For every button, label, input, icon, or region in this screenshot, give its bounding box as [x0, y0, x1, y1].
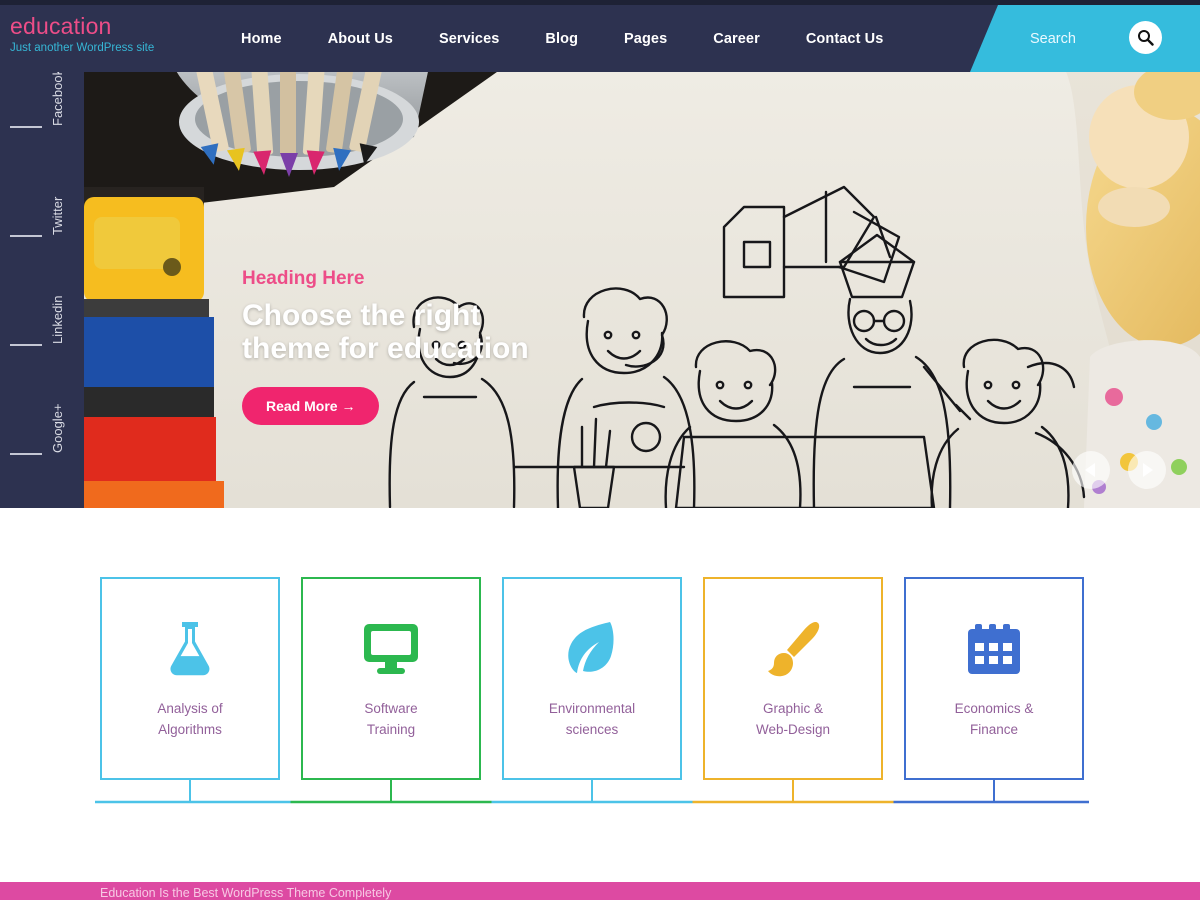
nav-item-blog[interactable]: Blog: [522, 31, 601, 47]
nav-item-career[interactable]: Career: [690, 31, 783, 47]
service-card-label-line-1: Graphic &: [762, 700, 823, 716]
service-card-label-line-2: Finance: [969, 721, 1019, 737]
service-card-label-line-1: Analysis of: [157, 700, 223, 716]
service-card-graphic[interactable]: Graphic & Web-Design: [703, 577, 883, 780]
primary-navigation: Home About Us Services Blog Pages Career Conta…: [218, 5, 906, 72]
social-link-label: Twitter: [50, 196, 65, 235]
monitor-icon: [362, 618, 420, 680]
social-link-label: Google+: [50, 403, 65, 453]
service-card-label-line-2: Training: [366, 721, 416, 737]
service-card-environmental[interactable]: Environmental sciences: [502, 577, 682, 780]
social-dash-icon: [10, 235, 42, 237]
social-link-linkedin[interactable]: Linkedin: [0, 290, 84, 399]
service-card-label: Graphic & Web-Design: [756, 698, 830, 740]
site-branding[interactable]: education Just another WordPress site: [10, 13, 154, 55]
service-card-software[interactable]: Software Training: [301, 577, 481, 780]
social-dash-icon: [10, 126, 42, 128]
leaf-icon: [564, 618, 620, 680]
hero-slider: Heading Here Choose the right theme for …: [84, 67, 1200, 508]
footer-bar: Education Is the Best WordPress Theme Co…: [0, 882, 1200, 900]
service-card-label-line-1: Environmental: [548, 700, 636, 716]
service-card-label-line-1: Software: [364, 700, 418, 716]
flask-icon: [164, 618, 216, 680]
search-input[interactable]: Search: [1030, 31, 1076, 47]
site-title: education: [10, 13, 112, 39]
social-link-facebook[interactable]: Facebook: [0, 68, 84, 181]
social-link-label: Linkedin: [50, 295, 65, 344]
nav-item-contact-us[interactable]: Contact Us: [783, 31, 907, 47]
nav-item-pages[interactable]: Pages: [601, 31, 690, 47]
hero-title-line-1: Choose the right: [242, 299, 481, 332]
search-panel: Search: [970, 5, 1200, 72]
calendar-icon: [965, 618, 1023, 680]
social-link-label: Facebook: [50, 68, 65, 126]
footer-text: Education Is the Best WordPress Theme Co…: [100, 886, 392, 900]
page-root: education Just another WordPress site Ho…: [0, 0, 1200, 900]
service-card-label: Software Training: [364, 698, 417, 740]
chevron-right-icon[interactable]: [1128, 451, 1166, 489]
hero-kicker: Heading Here: [242, 268, 365, 289]
nav-item-services[interactable]: Services: [416, 31, 522, 47]
chevron-left-icon[interactable]: [1072, 451, 1110, 489]
service-card-label: Environmental sciences: [549, 698, 635, 740]
social-dash-icon: [10, 453, 42, 455]
site-tagline: Just another WordPress site: [10, 42, 155, 54]
service-card-label-line-2: Algorithms: [158, 721, 222, 737]
service-card-label-line-2: sciences: [565, 721, 619, 737]
service-card-label-line-1: Economics &: [954, 700, 1034, 716]
paintbrush-icon: [764, 618, 822, 680]
service-card-label-line-2: Web-Design: [755, 721, 831, 737]
social-dash-icon: [10, 344, 42, 346]
service-card-economics[interactable]: Economics & Finance: [904, 577, 1084, 780]
service-card-label: Analysis of Algorithms: [157, 698, 222, 740]
social-sidebar: Facebook Twitter Linkedin Google+: [0, 68, 84, 508]
nav-item-about-us[interactable]: About Us: [305, 31, 416, 47]
hero-title-line-2: theme for education: [242, 332, 529, 365]
nav-item-home[interactable]: Home: [218, 31, 305, 47]
social-link-googleplus[interactable]: Google+: [0, 399, 84, 508]
read-more-button[interactable]: Read More →: [242, 387, 380, 425]
service-card-list: Analysis of Algorithms Software Training Env…: [100, 577, 1084, 780]
service-card-label: Economics & Finance: [955, 698, 1034, 740]
hero-caption: Heading Here Choose the right theme for …: [242, 267, 529, 425]
social-link-twitter[interactable]: Twitter: [0, 181, 84, 290]
services-section: Analysis of Algorithms Software Training Env…: [0, 508, 1200, 882]
service-card-analysis-of[interactable]: Analysis of Algorithms: [100, 577, 280, 780]
search-icon[interactable]: [1129, 21, 1162, 54]
